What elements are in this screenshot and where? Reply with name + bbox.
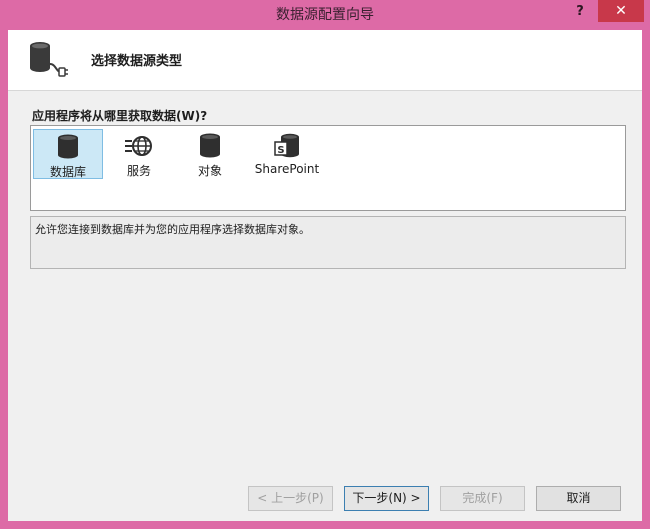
source-item-label: 数据库 (49, 165, 86, 179)
data-source-type-list[interactable]: 数据库 服务 对象 S SharePoint (30, 125, 626, 211)
close-button[interactable]: ✕ (598, 0, 644, 22)
source-prompt-label: 应用程序将从哪里获取数据(W)? (32, 109, 208, 123)
cancel-button[interactable]: 取消 (536, 486, 621, 511)
description-box: 允许您连接到数据库并为您的应用程序选择数据库对象。 (30, 216, 626, 269)
database-connect-icon (30, 42, 68, 77)
page-title: 选择数据源类型 (91, 54, 183, 69)
source-item-database[interactable]: 数据库 (33, 129, 103, 179)
window-title: 数据源配置向导 (276, 7, 374, 23)
web-service-icon (125, 136, 152, 156)
description-text: 允许您连接到数据库并为您的应用程序选择数据库对象。 (35, 223, 310, 236)
help-button[interactable]: ? (567, 0, 593, 24)
previous-button[interactable]: < 上一步(P) (248, 486, 333, 511)
source-item-label: 对象 (197, 164, 222, 178)
data-source-wizard-dialog: 数据源配置向导 ? ✕ 选择数据源类型 应用程序将从哪里获取数据(W)? 数据库… (0, 0, 650, 529)
source-item-object[interactable]: 对象 (175, 129, 245, 179)
svg-text:S: S (277, 145, 284, 156)
source-item-service[interactable]: 服务 (104, 129, 174, 179)
object-icon (200, 133, 220, 158)
source-item-label: 服务 (126, 164, 151, 178)
finish-button[interactable]: 完成(F) (440, 486, 525, 511)
source-item-sharepoint[interactable]: S SharePoint (249, 129, 325, 179)
title-bar[interactable]: 数据源配置向导 ? ✕ (0, 0, 650, 30)
dialog-client-area: 选择数据源类型 应用程序将从哪里获取数据(W)? 数据库 服务 对象 S Sha… (8, 30, 642, 521)
sharepoint-icon: S (274, 133, 299, 158)
database-icon (58, 134, 78, 159)
next-button[interactable]: 下一步(N) > (344, 486, 429, 511)
source-item-label: SharePoint (254, 162, 320, 176)
header-band: 选择数据源类型 (8, 30, 642, 91)
